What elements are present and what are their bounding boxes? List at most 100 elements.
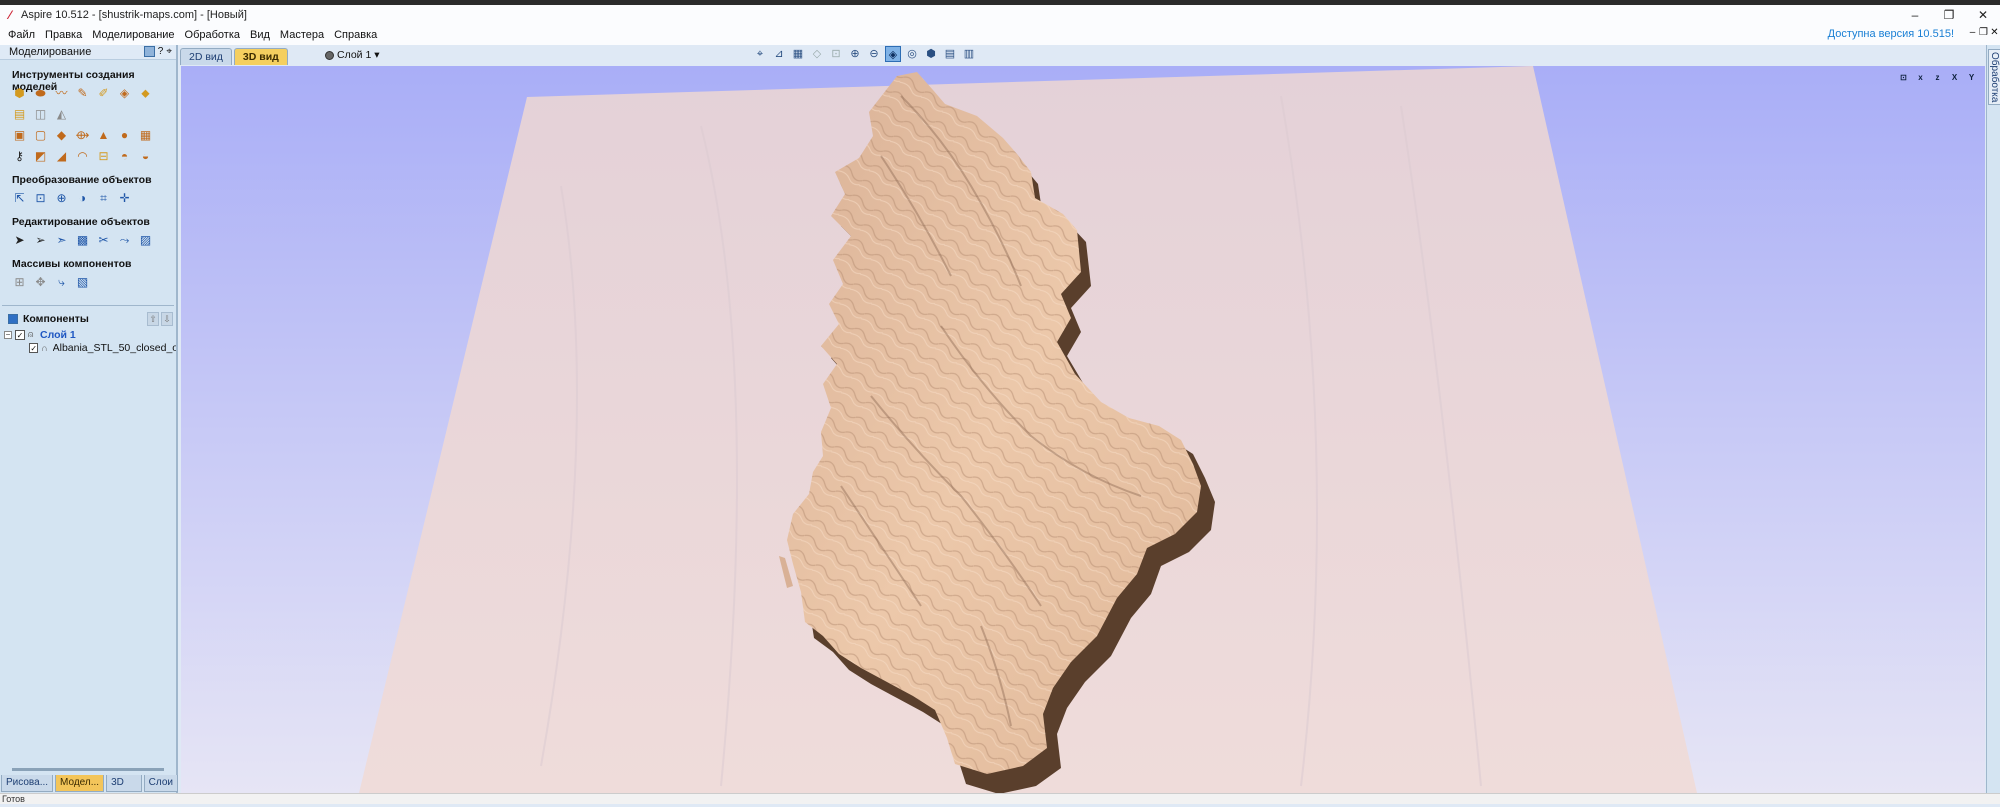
- layer-color-icon: [325, 50, 334, 60]
- mirror-object-icon[interactable]: ◑: [75, 191, 90, 206]
- move-down-arrow-icon[interactable]: ⇩: [161, 312, 173, 326]
- arrays-title: Массивы компонентов: [12, 258, 132, 270]
- help-icon[interactable]: ?: [158, 46, 164, 57]
- tab-layers[interactable]: Слои: [143, 775, 178, 792]
- scale-object-icon[interactable]: ⊡: [33, 191, 48, 206]
- update-available-link[interactable]: Доступна версия 10.515!: [1828, 28, 1954, 40]
- create-block-icon[interactable]: ▣: [12, 128, 27, 143]
- edit-title: Редактирование объектов: [12, 216, 150, 228]
- mdi-close-icon[interactable]: ✕: [1989, 27, 2000, 38]
- show-model-icon[interactable]: ◈: [885, 46, 901, 62]
- panel-mode-icon[interactable]: [143, 46, 155, 57]
- import-image-icon[interactable]: ◭: [54, 107, 69, 122]
- tab-2d-view[interactable]: 2D вид: [180, 48, 232, 65]
- node-edit-icon[interactable]: ➢: [33, 233, 48, 248]
- tab-drawing[interactable]: Рисова...: [1, 775, 54, 792]
- maximize-button[interactable]: ❐: [1932, 5, 1966, 25]
- material-icon[interactable]: ⬢: [923, 46, 939, 62]
- create-dome-icon[interactable]: ◆: [54, 128, 69, 143]
- menu-modeling[interactable]: Моделирование: [88, 29, 178, 41]
- layer-visibility-checkbox[interactable]: ✓: [15, 329, 25, 340]
- bevel-icon[interactable]: ◓: [117, 149, 132, 164]
- panel-divider: [2, 305, 174, 306]
- extrude-icon[interactable]: ⬬: [33, 86, 48, 101]
- collapse-icon[interactable]: −: [4, 330, 12, 339]
- distort-icon[interactable]: ⟴: [75, 128, 90, 143]
- view-axis-y-icon[interactable]: Y: [1964, 70, 1979, 85]
- create-cone-icon[interactable]: ▲: [96, 128, 111, 143]
- toolpaths-tab[interactable]: Обработка: [1988, 49, 2000, 106]
- smooth-icon[interactable]: ●: [117, 128, 132, 143]
- menu-file[interactable]: Файл: [4, 29, 39, 41]
- zoom-box-icon[interactable]: ⊡: [828, 46, 844, 62]
- import-model-icon[interactable]: ◫: [33, 107, 48, 122]
- menu-wizards[interactable]: Мастера: [276, 29, 328, 41]
- select-pointer-icon[interactable]: ➤: [12, 233, 27, 248]
- create-frame-icon[interactable]: ▢: [33, 128, 48, 143]
- view-axis-x-icon[interactable]: x: [1913, 70, 1928, 85]
- create-relief-icon[interactable]: ◩: [33, 149, 48, 164]
- transform-mode-icon[interactable]: ➣: [54, 233, 69, 248]
- mdi-restore-icon[interactable]: ❐: [1978, 27, 1989, 38]
- pin-icon[interactable]: ⌖: [166, 46, 172, 57]
- interactive-edit-icon[interactable]: ▩: [75, 233, 90, 248]
- lock-icon[interactable]: ⊟: [96, 149, 111, 164]
- open-folder-icon[interactable]: ▤: [12, 107, 27, 122]
- center-object-icon[interactable]: ✛: [117, 191, 132, 206]
- mdi-minimize-icon[interactable]: –: [1967, 27, 1978, 38]
- move-up-arrow-icon[interactable]: ⇧: [147, 312, 159, 326]
- grid-array-icon[interactable]: ⊞: [12, 275, 27, 290]
- arch-icon[interactable]: ◠: [75, 149, 90, 164]
- circular-array-icon[interactable]: ✥: [33, 275, 48, 290]
- minimize-button[interactable]: –: [1898, 5, 1932, 25]
- spin-icon[interactable]: ◈: [117, 86, 132, 101]
- size-object-icon[interactable]: ⌗: [96, 191, 111, 206]
- create-shape-icon[interactable]: ⬢: [12, 86, 27, 101]
- menu-view[interactable]: Вид: [246, 29, 274, 41]
- hemisphere-icon[interactable]: ◒: [138, 149, 153, 164]
- view-axis-z-icon[interactable]: z: [1930, 70, 1945, 85]
- weld-icon[interactable]: ⤳: [117, 233, 132, 248]
- layer-selector[interactable]: Слой 1 ▾: [325, 49, 380, 61]
- menu-toolpaths[interactable]: Обработка: [181, 29, 244, 41]
- tilt-icon[interactable]: ◢: [54, 149, 69, 164]
- step-repeat-icon[interactable]: ▧: [75, 275, 90, 290]
- tool-key-icon[interactable]: ⚷: [12, 149, 27, 164]
- tree-row-component[interactable]: ✓ ∩ Albania_STL_50_closed_opt: [0, 341, 176, 354]
- sculpt-icon[interactable]: ✎: [75, 86, 90, 101]
- close-button[interactable]: ✕: [1966, 5, 2000, 25]
- component-visibility-checkbox[interactable]: ✓: [29, 342, 39, 353]
- zoom-out-icon[interactable]: ⊖: [866, 46, 882, 62]
- measure-icon[interactable]: ⊿: [771, 46, 787, 62]
- delete-object-icon[interactable]: ✂: [96, 233, 111, 248]
- tree-row-layer[interactable]: − ✓ ⍝ Слой 1: [0, 328, 176, 341]
- viewport-canvas: [181, 66, 1985, 793]
- components-checkbox[interactable]: [8, 314, 18, 324]
- split-vertical-icon[interactable]: ▥: [961, 46, 977, 62]
- hatch-icon[interactable]: ▨: [138, 233, 153, 248]
- add-texture-icon[interactable]: ✐: [96, 86, 111, 101]
- 3d-viewport[interactable]: ⊡ x z X Y: [181, 66, 1985, 793]
- tab-3d-view[interactable]: 3D вид: [233, 48, 288, 65]
- fade-icon[interactable]: ▦: [138, 128, 153, 143]
- move-object-icon[interactable]: ⇱: [12, 191, 27, 206]
- split-horizontal-icon[interactable]: ▤: [942, 46, 958, 62]
- horizontal-scrollbar[interactable]: [12, 768, 164, 771]
- tab-modeling[interactable]: Модел...: [55, 775, 105, 792]
- align-object-icon[interactable]: ⊕: [54, 191, 69, 206]
- iso-view-icon[interactable]: ⊡: [1896, 70, 1911, 85]
- two-rail-sweep-icon[interactable]: 〰: [54, 86, 69, 101]
- create-tools-row-3: ▣ ▢ ◆ ⟴ ▲ ● ▦: [0, 128, 176, 144]
- snap-icon[interactable]: ⌖: [752, 46, 768, 62]
- tab-3d-clipart[interactable]: 3D кол...: [106, 775, 142, 804]
- path-array-icon[interactable]: ⤷: [54, 275, 69, 290]
- view-axis-x2-icon[interactable]: X: [1947, 70, 1962, 85]
- menu-help[interactable]: Справка: [330, 29, 381, 41]
- menu-edit[interactable]: Правка: [41, 29, 86, 41]
- zoom-extents-icon[interactable]: ◇: [809, 46, 825, 62]
- show-vectors-icon[interactable]: ◎: [904, 46, 920, 62]
- grid-icon[interactable]: ▦: [790, 46, 806, 62]
- zoom-in-icon[interactable]: ⊕: [847, 46, 863, 62]
- edit-tools-row: ➤ ➢ ➣ ▩ ✂ ⤳ ▨: [0, 233, 176, 249]
- create-prism-icon[interactable]: ⬥: [138, 86, 153, 101]
